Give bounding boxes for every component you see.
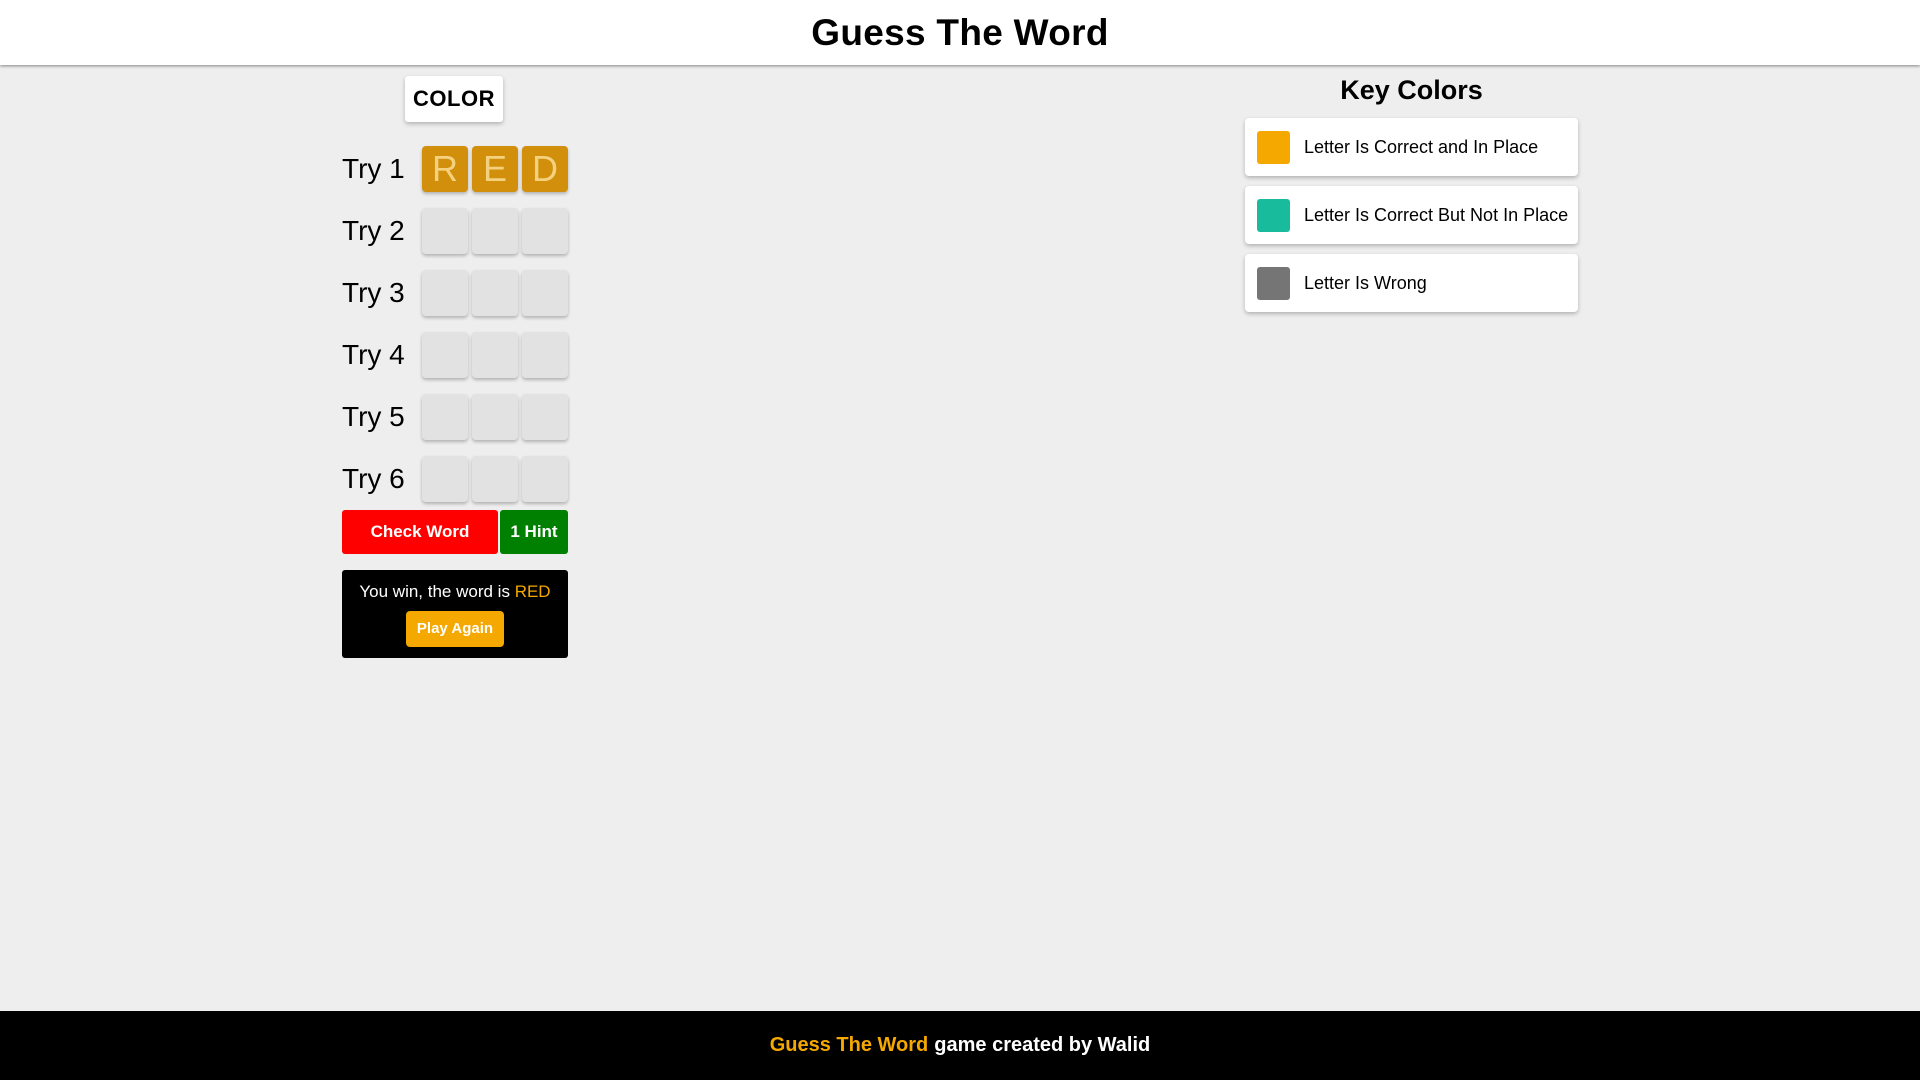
- letter-tile[interactable]: [472, 208, 518, 254]
- key-item-wrong: Letter Is Wrong: [1245, 254, 1578, 312]
- letter-tile[interactable]: [422, 456, 468, 502]
- letter-tile[interactable]: [522, 456, 568, 502]
- play-again-button[interactable]: Play Again: [406, 611, 504, 647]
- try-label: Try 5: [342, 401, 405, 432]
- game-category: COLOR: [405, 76, 503, 122]
- try-row-3: Try 3: [342, 262, 568, 324]
- letter-tile[interactable]: [422, 270, 468, 316]
- color-swatch: [1257, 130, 1290, 164]
- win-message: You win, the word is RED Play Again: [342, 570, 568, 658]
- try-label: Try 3: [342, 277, 405, 308]
- tries-grid: Try 1 R E D Try 2 Try 3 Try 4 Try 5 Try …: [342, 138, 568, 510]
- try-row-4: Try 4: [342, 324, 568, 386]
- letter-tile[interactable]: [522, 332, 568, 378]
- try-row-2: Try 2: [342, 200, 568, 262]
- footer-brand: Guess The Word: [769, 1034, 929, 1056]
- try-label: Try 2: [342, 215, 405, 246]
- letter-tile[interactable]: [472, 332, 518, 378]
- key-item-label: Letter Is Correct But Not In Place: [1304, 204, 1569, 225]
- letter-tile[interactable]: [522, 394, 568, 440]
- letter-tile[interactable]: [472, 270, 518, 316]
- footer-credit: game created by Walid: [934, 1034, 1151, 1056]
- color-swatch: [1257, 266, 1290, 300]
- try-label: Try 6: [342, 463, 405, 494]
- letter-tile[interactable]: R: [422, 146, 468, 192]
- key-item-in-place: Letter Is Correct and In Place: [1245, 118, 1578, 176]
- letter-tile[interactable]: D: [522, 146, 568, 192]
- letter-tile[interactable]: [422, 394, 468, 440]
- win-message-prefix: You win, the word is: [359, 582, 515, 601]
- game-controls: Check Word 1 Hint: [342, 510, 568, 554]
- color-swatch: [1257, 198, 1290, 232]
- key-item-label: Letter Is Correct and In Place: [1304, 136, 1539, 157]
- try-row-1: Try 1 R E D: [342, 138, 568, 200]
- win-message-text: You win, the word is RED: [342, 570, 568, 602]
- try-label: Try 4: [342, 339, 405, 370]
- try-label: Try 1: [342, 153, 405, 184]
- letter-tile[interactable]: [422, 208, 468, 254]
- app-footer: Guess The Word game created by Walid: [0, 1011, 1920, 1080]
- check-word-button[interactable]: Check Word: [342, 510, 498, 554]
- letter-tile[interactable]: [472, 456, 518, 502]
- key-item-label: Letter Is Wrong: [1304, 272, 1427, 293]
- try-row-5: Try 5: [342, 386, 568, 448]
- letter-tile[interactable]: [522, 208, 568, 254]
- key-item-not-in-place: Letter Is Correct But Not In Place: [1245, 186, 1578, 244]
- key-colors-panel: Key Colors Letter Is Correct and In Plac…: [1245, 72, 1578, 312]
- app-header: Guess The Word: [0, 0, 1920, 65]
- page-title: Guess The Word: [811, 11, 1109, 53]
- letter-tile[interactable]: E: [472, 146, 518, 192]
- key-colors-title: Key Colors: [1340, 75, 1483, 105]
- letter-tile[interactable]: [522, 270, 568, 316]
- win-word: RED: [514, 582, 551, 601]
- letter-tile[interactable]: [422, 332, 468, 378]
- hint-button[interactable]: 1 Hint: [500, 510, 568, 554]
- page: Guess The Word COLOR Try 1 R E D Try 2 T…: [0, 0, 1920, 1080]
- try-row-6: Try 6: [342, 448, 568, 510]
- letter-tile[interactable]: [472, 394, 518, 440]
